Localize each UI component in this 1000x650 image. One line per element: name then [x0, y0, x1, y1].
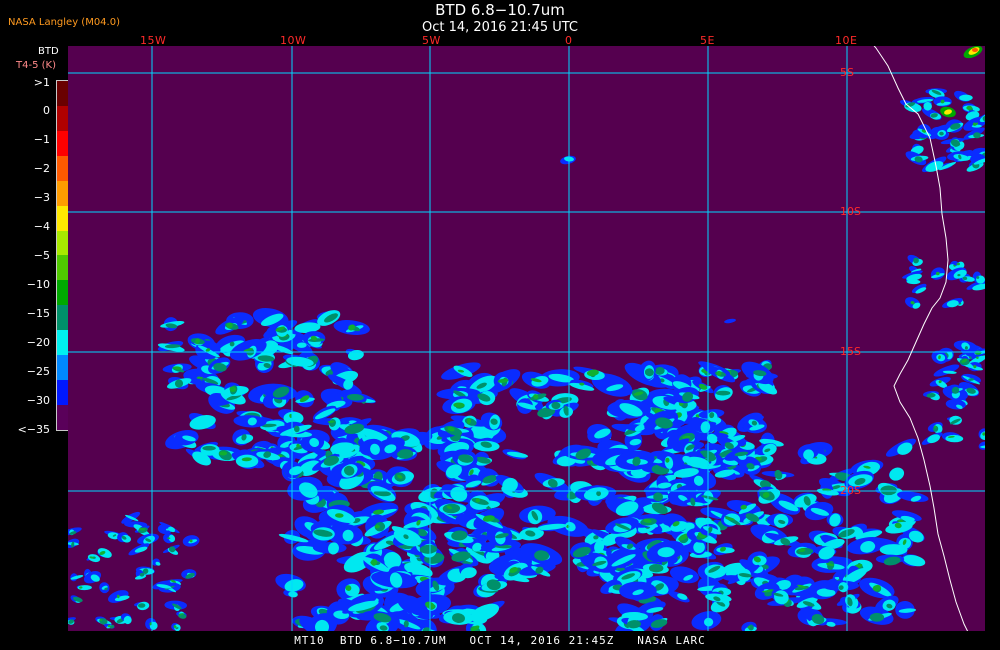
- latitude-label: 15S: [840, 345, 861, 358]
- colorbar-label: −1: [33, 133, 50, 146]
- colorbar-label: 0: [43, 104, 50, 117]
- cloud-patch: [889, 467, 905, 481]
- colorbar-label: −5: [33, 249, 50, 262]
- map-canvas: [68, 46, 985, 631]
- longitude-label: 5E: [700, 34, 715, 47]
- cloud-patch: [945, 434, 964, 443]
- colorbar-label: −2: [33, 162, 50, 175]
- latitude-label: 5S: [840, 66, 854, 79]
- cloud-patch: [933, 364, 960, 377]
- colorbar-title: BTD: [38, 46, 59, 57]
- latitude-label: 10S: [840, 205, 861, 218]
- colorbar-label: −10: [26, 278, 50, 291]
- satellite-map: [68, 46, 985, 631]
- colorbar-label: −20: [26, 336, 50, 349]
- colorbar-label: −25: [26, 365, 50, 378]
- agency-label: NASA Langley (M04.0): [8, 17, 120, 28]
- map-subtitle: Oct 14, 2016 21:45 UTC: [422, 20, 578, 35]
- cloud-patch: [649, 564, 664, 573]
- cloud-patch: [724, 318, 736, 324]
- colorbar-label: >1: [33, 76, 50, 89]
- colorbar-label: −3: [33, 191, 50, 204]
- colorbar-label: <−35: [17, 423, 50, 436]
- colorbar-units: T4-5 (K): [16, 60, 56, 71]
- longitude-label: 15W: [140, 34, 167, 47]
- cloud-patch: [803, 449, 814, 461]
- colorbar-label: −4: [33, 220, 50, 233]
- cloud-patch: [880, 485, 897, 496]
- footer-caption: MT10 BTD 6.8−10.7UM OCT 14, 2016 21:45Z …: [294, 634, 706, 647]
- longitude-label: 0: [565, 34, 573, 47]
- latitude-label: 20S: [840, 484, 861, 497]
- colorbar-label: −15: [26, 307, 50, 320]
- map-title: BTD 6.8−10.7um: [435, 1, 565, 19]
- cloud-patch: [715, 390, 731, 396]
- cloud-patch: [879, 544, 908, 556]
- longitude-label: 10W: [280, 34, 307, 47]
- colorbar-label: −30: [26, 394, 50, 407]
- longitude-label: 10E: [835, 34, 858, 47]
- longitude-label: 5W: [422, 34, 441, 47]
- cloud-patch: [202, 445, 216, 451]
- cloud-patch: [869, 612, 885, 622]
